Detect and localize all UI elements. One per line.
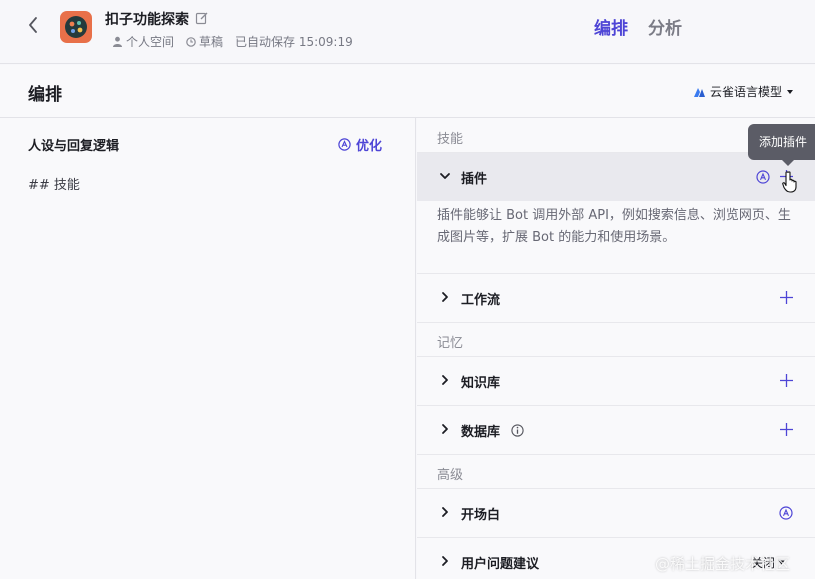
advanced-group-divider: [417, 454, 815, 488]
autosave-label: 已自动保存 15:09:19: [235, 35, 353, 49]
add-database-icon[interactable]: [779, 422, 794, 437]
optimize-label: 优化: [356, 139, 383, 154]
chevron-right-icon: [442, 292, 448, 302]
auto-icon[interactable]: [756, 170, 770, 184]
tooltip: 添加插件: [748, 124, 815, 160]
space-label: 个人空间: [126, 35, 175, 49]
workflow-label: 工作流: [461, 293, 501, 308]
optimize-icon: [338, 138, 351, 151]
opening-row[interactable]: 开场白: [417, 488, 815, 537]
status-meta: 草稿: [186, 33, 223, 50]
bot-meta: 个人空间 草稿 已自动保存 15:09:19: [112, 33, 365, 50]
top-bar: 扣子功能探索 个人空间 草稿 已自动保存 15:09:19 编排 分析: [0, 0, 815, 64]
optimize-button[interactable]: 优化: [338, 135, 382, 154]
tab-arrange[interactable]: 编排: [594, 14, 628, 39]
draft-icon: [186, 36, 196, 47]
model-select[interactable]: 云雀语言模型: [693, 83, 794, 100]
edit-icon[interactable]: [195, 10, 209, 25]
add-workflow-icon[interactable]: [779, 290, 794, 305]
suggestions-toggle[interactable]: 关闭: [751, 554, 785, 571]
tab-analysis[interactable]: 分析: [648, 14, 682, 39]
model-logo-icon: [694, 87, 705, 97]
caret-down-icon: [787, 89, 794, 94]
persona-title: 人设与回复逻辑: [28, 139, 120, 154]
chevron-right-icon: [442, 556, 448, 566]
group-skills: 技能: [437, 132, 464, 147]
model-name: 云雀语言模型: [710, 85, 783, 99]
suggestions-value: 关闭: [751, 556, 776, 570]
chevron-right-icon: [442, 375, 448, 385]
group-memory: 记忆: [437, 336, 464, 351]
auto-icon[interactable]: [779, 506, 793, 520]
opening-label: 开场白: [461, 508, 501, 523]
prompt-editor[interactable]: ## 技能: [28, 174, 80, 193]
suggestions-label: 用户问题建议: [461, 557, 540, 572]
group-advanced: 高级: [437, 468, 464, 483]
tooltip-arrow: [782, 160, 794, 166]
add-knowledge-icon[interactable]: [779, 373, 794, 388]
workflow-row[interactable]: 工作流: [417, 273, 815, 322]
plugin-description: 插件能够让 Bot 调用外部 API，例如搜索信息、浏览网页、生成图片等，扩展 …: [437, 208, 791, 245]
nav-tabs: 编排 分析: [594, 14, 682, 39]
space-meta: 个人空间: [112, 33, 174, 50]
database-row[interactable]: 数据库: [417, 405, 815, 454]
caret-down-icon: [778, 560, 785, 565]
memory-group-divider: [417, 322, 815, 356]
app-title: 扣子功能探索: [105, 12, 189, 28]
bot-avatar: [60, 11, 92, 43]
database-label: 数据库: [461, 425, 501, 440]
chevron-down-icon: [440, 173, 450, 179]
chevron-right-icon: [442, 507, 448, 517]
knowledge-row[interactable]: 知识库: [417, 356, 815, 405]
back-icon[interactable]: [22, 14, 44, 36]
section-header: 编排 云雀语言模型: [0, 65, 815, 118]
section-title: 编排: [28, 85, 62, 105]
chevron-right-icon: [442, 424, 448, 434]
plugin-label: 插件: [461, 172, 488, 187]
hand-cursor-icon: [782, 171, 797, 193]
skills-panel: 技能 插件 插件能够让 Bot 调用外部 API，例如搜索信息、浏览网页、生成图…: [417, 118, 815, 579]
persona-panel: 人设与回复逻辑 优化 ## 技能: [0, 118, 416, 579]
user-icon: [113, 36, 122, 47]
status-label: 草稿: [199, 35, 224, 49]
knowledge-label: 知识库: [461, 376, 501, 391]
info-icon[interactable]: [511, 424, 524, 437]
